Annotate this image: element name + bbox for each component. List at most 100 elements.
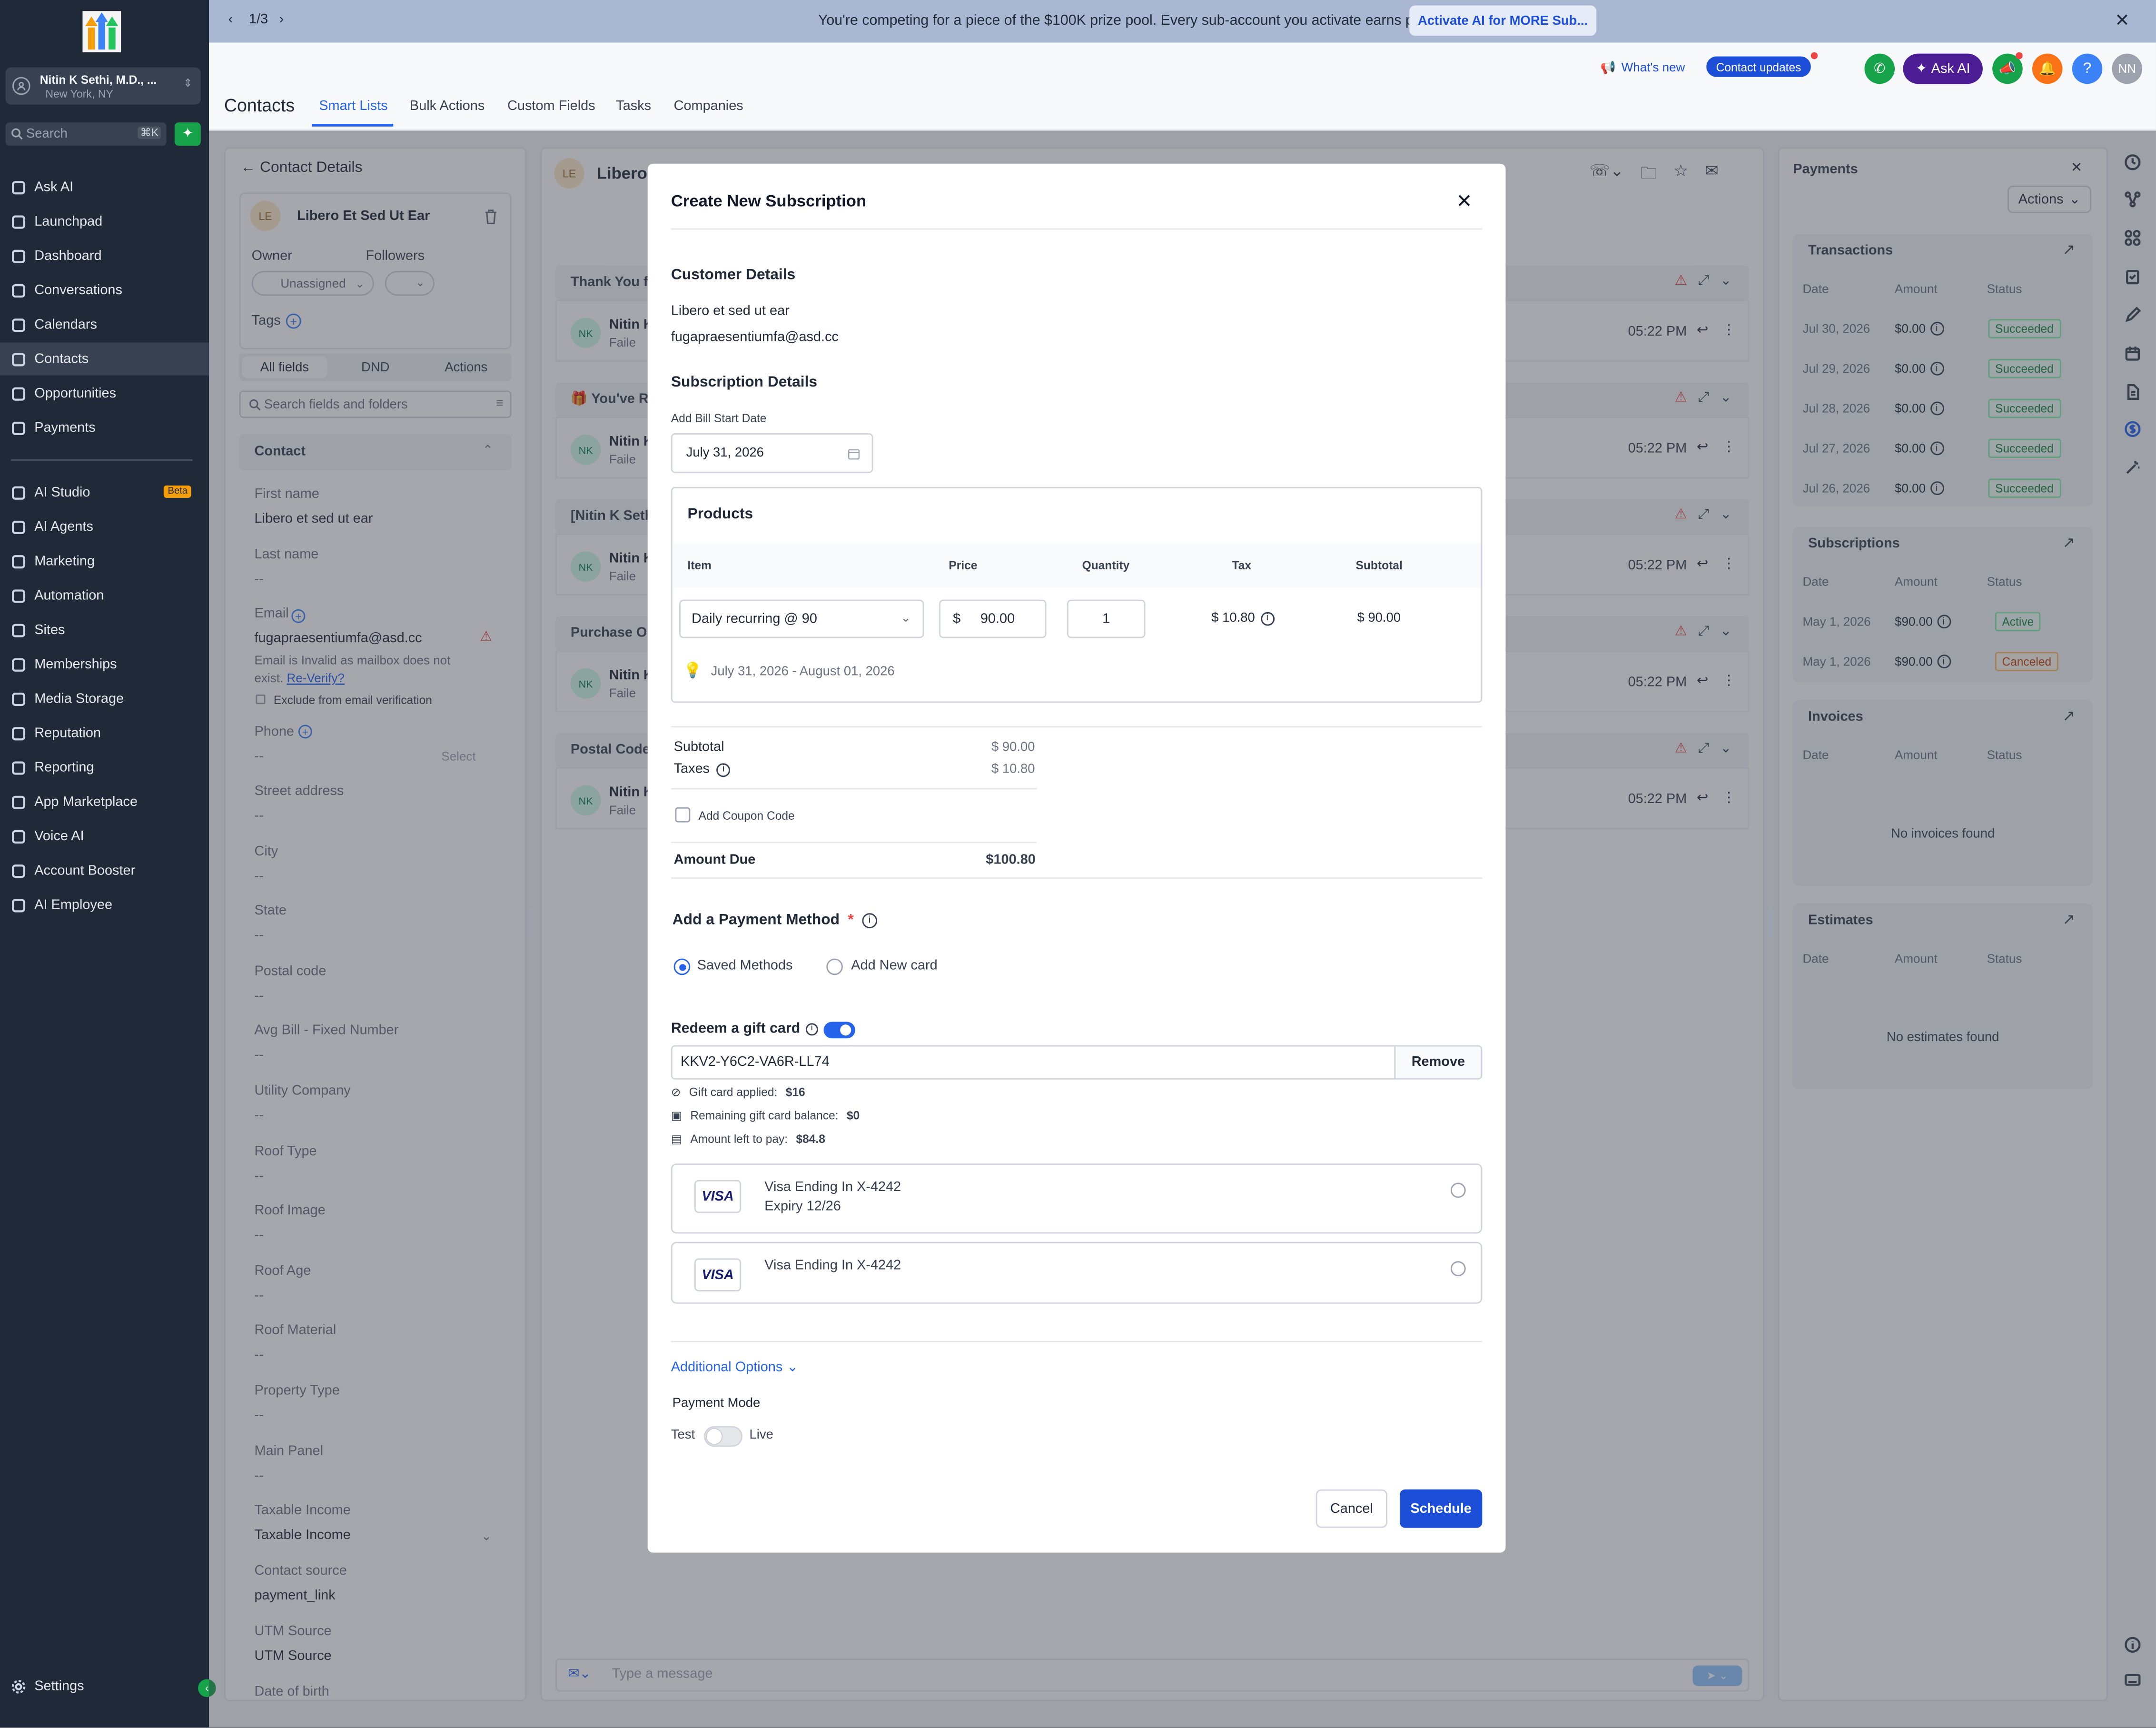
account-switcher[interactable]: Nitin K Sethi, M.D., ... New York, NY ⇕ [5,67,201,105]
nav-account-booster[interactable]: Account Booster [0,854,209,887]
gift-card-toggle[interactable] [823,1022,855,1039]
nav-marketing[interactable]: Marketing [0,545,209,577]
prev-icon[interactable]: ‹ [228,12,233,28]
nav-memberships[interactable]: Memberships [0,648,209,681]
tab-active-indicator [312,124,394,127]
help-icon[interactable]: ? [2072,53,2103,84]
add-new-card-label[interactable]: Add New card [851,959,937,974]
nav-ai-agents[interactable]: AI Agents [0,510,209,543]
card-name: Visa Ending In X-4242 [764,1258,901,1274]
tab-tasks[interactable]: Tasks [616,99,651,114]
nav-voice-ai[interactable]: Voice AI [0,820,209,853]
quantity-input[interactable]: 1 [1067,599,1146,638]
calendar-icon [848,449,860,460]
send-icon [11,554,26,568]
nav-label: Calendars [34,317,97,332]
close-banner-icon[interactable]: ✕ [2115,10,2130,31]
col-tax: Tax [1232,558,1252,572]
activate-ai-button[interactable]: Activate AI for MORE Sub... [1409,5,1597,36]
calendar-icon [11,318,26,331]
item-select[interactable]: Daily recurring @ 90 ⌄ [679,599,924,638]
nav-payments[interactable]: Payments [0,411,209,444]
nav-divider [11,459,193,461]
info-icon[interactable]: i [716,762,731,776]
nav-conversations[interactable]: Conversations [0,274,209,307]
user-avatar[interactable]: NN [2112,53,2143,84]
badge-icon [11,657,26,671]
nav-app-marketplace[interactable]: App Marketplace [0,785,209,818]
nav-label: Launchpad [34,214,103,229]
saved-card[interactable]: VISA Visa Ending In X-4242 Expiry 12/26 [671,1163,1483,1234]
quick-action-icon[interactable]: ✦ [174,122,201,146]
ask-ai-label: Ask AI [1931,61,1970,77]
start-date-input[interactable]: July 31, 2026 [671,433,873,473]
tax-cell: $ 10.80 i [1211,610,1275,626]
add-new-card-radio[interactable] [826,958,843,975]
resize-handle[interactable] [529,907,534,938]
col-item: Item [687,558,712,572]
tab-bulk-actions[interactable]: Bulk Actions [410,99,485,114]
chat-icon [11,283,26,297]
nav-media-storage[interactable]: Media Storage [0,682,209,715]
nav-opportunities[interactable]: Opportunities [0,377,209,410]
brand-logo [82,11,121,52]
additional-options-toggle[interactable]: Additional Options ⌄ [671,1360,798,1375]
gift-remaining-value: $0 [846,1108,860,1122]
saved-methods-label[interactable]: Saved Methods [697,959,793,974]
payment-mode-toggle[interactable] [704,1426,743,1447]
nav-ai-employee[interactable]: AI Employee [0,888,209,921]
tab-companies[interactable]: Companies [674,99,743,114]
nav-label: AI Employee [34,897,113,913]
chevron-updown-icon: ⇕ [183,77,193,89]
taxes-label: Taxes [673,762,710,777]
saved-card[interactable]: VISA Visa Ending In X-4242 [671,1241,1483,1304]
contact-updates-button[interactable]: Contact updates [1706,56,1811,77]
ask-ai-button[interactable]: ✦ Ask AI [1903,53,1983,84]
col-subtotal: Subtotal [1355,558,1403,572]
search-placeholder: Search [26,126,68,142]
tax-value: $ 10.80 [1211,610,1255,626]
saved-methods-radio[interactable] [673,958,691,975]
search-input[interactable]: Search ⌘K [5,122,167,146]
tab-smart-lists[interactable]: Smart Lists [319,99,387,114]
nav-automation[interactable]: Automation [0,579,209,612]
nav-reporting[interactable]: Reporting [0,751,209,784]
price-input[interactable]: $ 90.00 [939,599,1047,638]
whats-new-button[interactable]: 📢 What's new [1601,55,1685,80]
chevron-down-icon: ⌄ [900,610,911,625]
card-radio[interactable] [1450,1261,1466,1276]
agent-icon [11,520,26,534]
info-icon[interactable]: i [1260,611,1275,626]
nav-label: Reporting [34,760,94,775]
image-icon [11,692,26,705]
remove-gift-button[interactable]: Remove [1394,1045,1483,1080]
nav-reputation[interactable]: Reputation [0,716,209,749]
cancel-button[interactable]: Cancel [1315,1489,1388,1528]
nav-settings[interactable]: Settings [0,1669,209,1702]
close-icon[interactable]: ✕ [1456,190,1472,213]
card-radio[interactable] [1450,1182,1466,1198]
phone-icon[interactable]: ✆ [1864,53,1895,84]
next-icon[interactable]: › [279,12,284,28]
nav-sites[interactable]: Sites [0,613,209,646]
schedule-button[interactable]: Schedule [1400,1489,1483,1528]
payment-method-heading-row: Add a Payment Method * i [673,912,877,928]
nav-calendars[interactable]: Calendars [0,308,209,341]
coupon-checkbox[interactable] [675,807,691,823]
grid-icon [11,249,26,263]
nav-dashboard[interactable]: Dashboard [0,239,209,272]
sidebar: Nitin K Sethi, M.D., ... New York, NY ⇕ … [0,0,216,1728]
nav-label: Voice AI [34,828,84,844]
app-root: Nitin K Sethi, M.D., ... New York, NY ⇕ … [0,0,2156,1728]
info-icon[interactable]: i [862,912,877,928]
tab-custom-fields[interactable]: Custom Fields [507,99,595,114]
gift-code-input[interactable]: KKV2-Y6C2-VA6R-LL74 [671,1045,1396,1080]
banner-pager: 1/3 [248,12,268,28]
nav-contacts[interactable]: Contacts [0,342,209,376]
nav-label: App Marketplace [34,794,138,810]
nav-ask-ai[interactable]: Ask AI [0,170,209,203]
bell-icon[interactable]: 🔔 [2032,53,2063,84]
info-icon[interactable]: i [805,1022,818,1035]
resize-handle[interactable] [1768,907,1772,938]
nav-launchpad[interactable]: Launchpad [0,205,209,238]
